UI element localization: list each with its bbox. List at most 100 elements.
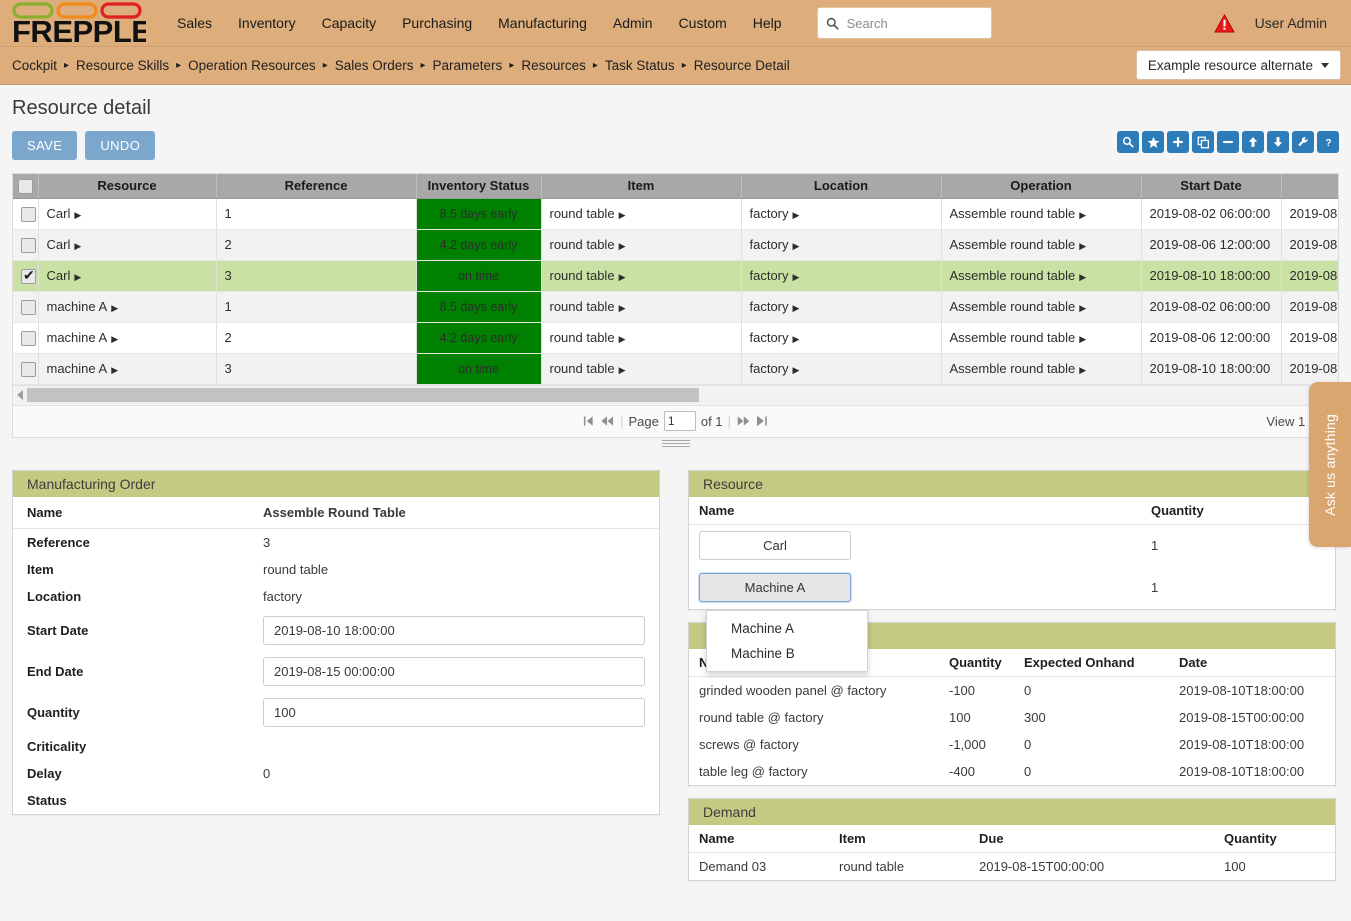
cell-item[interactable]: round table▶ — [541, 291, 741, 322]
breadcrumb-item-sales-orders[interactable]: Sales Orders — [335, 58, 414, 73]
nav-item-inventory[interactable]: Inventory — [225, 9, 309, 37]
undo-button[interactable]: UNDO — [85, 131, 155, 160]
drilldown-arrow-icon[interactable]: ▶ — [1079, 210, 1086, 220]
cell-operation[interactable]: Assemble round table▶ — [941, 291, 1141, 322]
cell-location[interactable]: factory▶ — [741, 198, 941, 229]
resource-select-dropdown[interactable]: Machine A Machine B — [706, 610, 868, 672]
freppleterminal-logo[interactable]: FREPPLE — [12, 1, 146, 45]
row-checkbox[interactable] — [21, 238, 36, 253]
search-icon[interactable] — [1117, 131, 1139, 153]
table-row[interactable]: Carl▶3on timeround table▶factory▶Assembl… — [13, 260, 1338, 291]
column-header-item[interactable]: Item — [541, 174, 741, 198]
column-header-resource[interactable]: Resource — [38, 174, 216, 198]
table-row[interactable]: machine A▶3on timeround table▶factory▶As… — [13, 353, 1338, 384]
row-select-cell[interactable] — [13, 198, 38, 229]
cell-operation[interactable]: Assemble round table▶ — [941, 260, 1141, 291]
drilldown-arrow-icon[interactable]: ▶ — [1079, 303, 1086, 313]
arrow-down-icon[interactable] — [1267, 131, 1289, 153]
resource-alternate-dropdown[interactable]: Example resource alternate — [1136, 50, 1341, 80]
drilldown-arrow-icon[interactable]: ▶ — [74, 210, 81, 220]
arrow-up-icon[interactable] — [1242, 131, 1264, 153]
row-checkbox[interactable] — [21, 362, 36, 377]
mo-input-start-date[interactable] — [263, 616, 645, 645]
mo-input-end-date[interactable] — [263, 657, 645, 686]
first-page-icon[interactable] — [582, 415, 595, 427]
resource-select-button-machine-a[interactable]: Machine A — [699, 573, 851, 602]
cell-location[interactable]: factory▶ — [741, 322, 941, 353]
nav-item-sales[interactable]: Sales — [164, 9, 225, 37]
mo-input-quantity[interactable] — [263, 698, 645, 727]
drilldown-arrow-icon[interactable]: ▶ — [619, 241, 626, 251]
nav-item-manufacturing[interactable]: Manufacturing — [485, 9, 600, 37]
cell-resource[interactable]: Carl▶ — [38, 229, 216, 260]
breadcrumb-item-task-status[interactable]: Task Status — [605, 58, 675, 73]
cell-resource[interactable]: machine A▶ — [38, 353, 216, 384]
next-page-icon[interactable] — [736, 415, 751, 427]
cell-operation[interactable]: Assemble round table▶ — [941, 229, 1141, 260]
drilldown-arrow-icon[interactable]: ▶ — [793, 365, 800, 375]
nav-item-admin[interactable]: Admin — [600, 9, 666, 37]
drilldown-arrow-icon[interactable]: ▶ — [619, 334, 626, 344]
column-header-location[interactable]: Location — [741, 174, 941, 198]
drilldown-arrow-icon[interactable]: ▶ — [793, 334, 800, 344]
select-all-checkbox[interactable] — [18, 179, 33, 194]
breadcrumb-item-cockpit[interactable]: Cockpit — [12, 58, 57, 73]
wrench-icon[interactable] — [1292, 131, 1314, 153]
drilldown-arrow-icon[interactable]: ▶ — [793, 241, 800, 251]
breadcrumb-item-resource-skills[interactable]: Resource Skills — [76, 58, 169, 73]
nav-item-custom[interactable]: Custom — [666, 9, 740, 37]
copy-icon[interactable] — [1192, 131, 1214, 153]
minus-icon[interactable] — [1217, 131, 1239, 153]
warning-triangle-icon[interactable] — [1214, 14, 1235, 33]
star-icon[interactable] — [1142, 131, 1164, 153]
drilldown-arrow-icon[interactable]: ▶ — [619, 303, 626, 313]
drilldown-arrow-icon[interactable]: ▶ — [111, 303, 118, 313]
table-row[interactable]: machine A▶18.5 days earlyround table▶fac… — [13, 291, 1338, 322]
mo-field-value[interactable] — [249, 610, 659, 651]
drilldown-arrow-icon[interactable]: ▶ — [1079, 365, 1086, 375]
cell-operation[interactable]: Assemble round table▶ — [941, 353, 1141, 384]
nav-item-help[interactable]: Help — [740, 9, 795, 37]
grid-resize-handle[interactable] — [662, 439, 690, 448]
drilldown-arrow-icon[interactable]: ▶ — [793, 210, 800, 220]
cell-resource[interactable]: machine A▶ — [38, 291, 216, 322]
dropdown-option-machine-b[interactable]: Machine B — [707, 641, 867, 666]
cell-resource[interactable]: Carl▶ — [38, 198, 216, 229]
table-row[interactable]: Carl▶24.2 days earlyround table▶factory▶… — [13, 229, 1338, 260]
row-checkbox[interactable] — [21, 269, 36, 284]
column-header-operation[interactable]: Operation — [941, 174, 1141, 198]
drilldown-arrow-icon[interactable]: ▶ — [111, 365, 118, 375]
column-header-start-date[interactable]: Start Date — [1141, 174, 1281, 198]
plus-icon[interactable] — [1167, 131, 1189, 153]
drilldown-arrow-icon[interactable]: ▶ — [1079, 334, 1086, 344]
scroll-left-arrow-icon[interactable] — [17, 390, 23, 400]
cell-item[interactable]: round table▶ — [541, 260, 741, 291]
search-box[interactable] — [817, 7, 992, 39]
cell-operation[interactable]: Assemble round table▶ — [941, 322, 1141, 353]
row-select-cell[interactable] — [13, 260, 38, 291]
column-header-end-date[interactable]: End Date — [1281, 174, 1338, 198]
prev-page-icon[interactable] — [600, 415, 615, 427]
question-icon[interactable]: ? — [1317, 131, 1339, 153]
row-select-cell[interactable] — [13, 291, 38, 322]
drilldown-arrow-icon[interactable]: ▶ — [74, 241, 81, 251]
cell-item[interactable]: round table▶ — [541, 322, 741, 353]
breadcrumb-item-resources[interactable]: Resources — [521, 58, 586, 73]
last-page-icon[interactable] — [756, 415, 769, 427]
row-select-cell[interactable] — [13, 229, 38, 260]
drilldown-arrow-icon[interactable]: ▶ — [74, 272, 81, 282]
scrollbar-thumb[interactable] — [27, 388, 699, 402]
cell-location[interactable]: factory▶ — [741, 260, 941, 291]
pager-page-input[interactable] — [664, 411, 696, 431]
nav-item-purchasing[interactable]: Purchasing — [389, 9, 485, 37]
drilldown-arrow-icon[interactable]: ▶ — [619, 210, 626, 220]
drilldown-arrow-icon[interactable]: ▶ — [793, 272, 800, 282]
breadcrumb-item-operation-resources[interactable]: Operation Resources — [188, 58, 316, 73]
breadcrumb-item-resource-detail[interactable]: Resource Detail — [694, 58, 790, 73]
column-header-inventory-status[interactable]: Inventory Status — [416, 174, 541, 198]
scrollbar-track[interactable] — [27, 388, 1334, 402]
cell-resource[interactable]: machine A▶ — [38, 322, 216, 353]
cell-operation[interactable]: Assemble round table▶ — [941, 198, 1141, 229]
row-select-cell[interactable] — [13, 322, 38, 353]
cell-location[interactable]: factory▶ — [741, 229, 941, 260]
